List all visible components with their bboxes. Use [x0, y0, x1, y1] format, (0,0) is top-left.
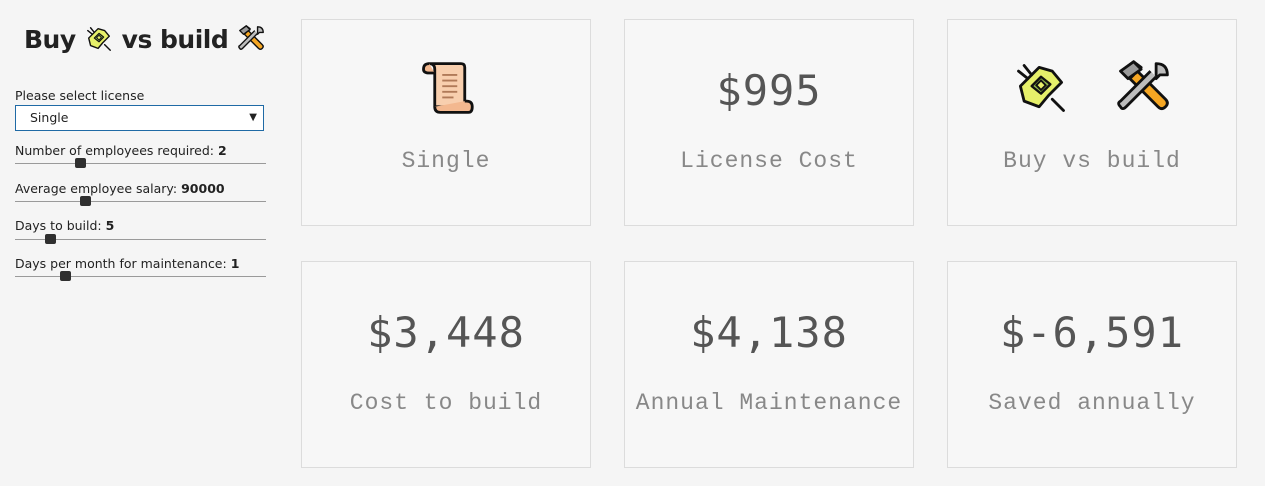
salary-slider[interactable]	[15, 195, 266, 209]
cost-to-build-value: $3,448	[367, 308, 525, 357]
hammer-wrench-icon	[236, 24, 266, 54]
days-to-build-label-text: Days to build:	[15, 218, 106, 233]
scroll-icon	[416, 58, 476, 118]
cost-to-build-card: $3,448 Cost to build	[301, 261, 591, 468]
slider-track	[15, 201, 266, 202]
card-icon-row	[302, 58, 590, 118]
days-to-build-slider[interactable]	[15, 233, 266, 247]
license-type-caption: Single	[401, 148, 491, 174]
buy-vs-build-card: Buy vs build	[947, 19, 1237, 226]
salary-slider-label: Average employee salary: 90000	[15, 181, 225, 196]
license-cost-card: $995 License Cost	[624, 19, 914, 226]
license-type-card: Single	[301, 19, 591, 226]
annual-maintenance-value: $4,138	[690, 308, 848, 357]
days-to-build-slider-label: Days to build: 5	[15, 218, 114, 233]
plug-icon	[1011, 58, 1071, 118]
slider-thumb[interactable]	[45, 234, 57, 244]
slider-track	[15, 276, 266, 277]
saved-annually-caption: Saved annually	[988, 390, 1196, 416]
title-text-buy: Buy	[24, 24, 76, 54]
card-icon-row	[948, 58, 1236, 118]
plug-icon	[84, 24, 114, 54]
annual-maintenance-card: $4,138 Annual Maintenance	[624, 261, 914, 468]
days-to-build-value: 5	[105, 218, 115, 233]
employees-value: 2	[217, 143, 227, 158]
sidebar: Buy vs build Please select license Singl…	[0, 0, 285, 486]
license-cost-caption: License Cost	[680, 148, 858, 174]
saved-annually-card: $-6,591 Saved annually	[947, 261, 1237, 468]
annual-maintenance-caption: Annual Maintenance	[635, 390, 903, 416]
maintenance-days-label-text: Days per month for maintenance:	[15, 256, 231, 271]
maintenance-days-slider[interactable]	[15, 270, 266, 284]
buy-vs-build-caption: Buy vs build	[1003, 148, 1181, 174]
employees-slider-label: Number of employees required: 2	[15, 143, 227, 158]
title-text-vs-build: vs build	[121, 24, 229, 54]
maintenance-days-slider-label: Days per month for maintenance: 1	[15, 256, 239, 271]
slider-track	[15, 163, 266, 164]
app-title: Buy vs build	[24, 24, 266, 54]
slider-thumb[interactable]	[75, 158, 87, 168]
cost-to-build-caption: Cost to build	[349, 390, 543, 416]
employees-slider[interactable]	[15, 157, 266, 171]
hammer-wrench-icon	[1113, 58, 1173, 118]
salary-label-text: Average employee salary:	[15, 181, 182, 196]
license-select-value: Single	[30, 110, 69, 125]
slider-thumb[interactable]	[60, 271, 72, 281]
dropdown-arrow-icon: ▼	[249, 112, 257, 123]
license-select-label: Please select license	[15, 88, 145, 103]
license-select[interactable]: Single ▼	[15, 105, 264, 131]
slider-thumb[interactable]	[80, 196, 92, 206]
maintenance-days-value: 1	[230, 256, 240, 271]
employees-label-text: Number of employees required:	[15, 143, 218, 158]
salary-value: 90000	[181, 181, 225, 196]
license-cost-value: $995	[716, 66, 822, 115]
saved-annually-value: $-6,591	[999, 308, 1184, 357]
